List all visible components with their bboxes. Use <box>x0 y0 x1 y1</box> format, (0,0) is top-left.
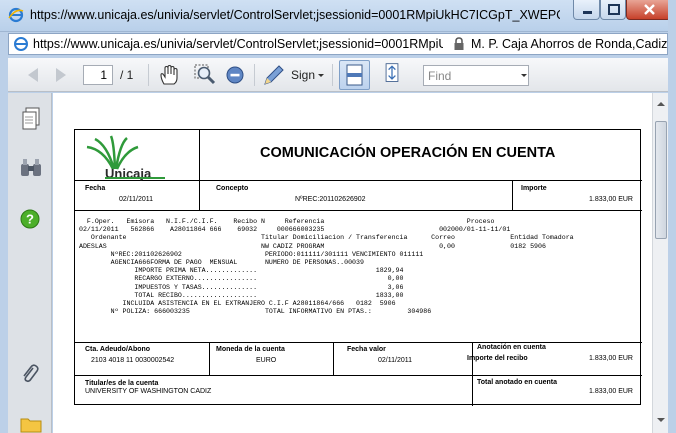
window-frame <box>668 0 676 433</box>
anotacion-label: Anotación en cuenta <box>477 344 546 351</box>
divider <box>472 342 473 406</box>
fecha-valor-label: Fecha valor <box>347 346 386 353</box>
address-bar[interactable]: https://www.unicaja.es/univia/servlet/Co… <box>8 33 668 55</box>
divider <box>209 342 210 375</box>
total-anotado-label: Total anotado en cuenta <box>477 379 557 386</box>
pen-sign-icon[interactable] <box>262 64 286 86</box>
window-title: https://www.unicaja.es/univia/servlet/Co… <box>30 8 560 22</box>
site-identity[interactable]: M. P. Caja Ahorros de Ronda,Cadiz,... <box>471 37 667 51</box>
toolbar-separator <box>148 64 149 86</box>
folder-icon[interactable] <box>20 415 42 433</box>
titulares-value: UNIVERSITY OF WASHINGTON CADIZ <box>85 388 212 395</box>
detail-line: ADESLAS NW CADIZ PROGRAM 0,00 0182 5906 <box>79 242 546 250</box>
close-icon <box>644 4 655 15</box>
detail-line: F.Oper. Emisora N.I.F./C.I.F. Recibo N R… <box>79 218 495 225</box>
detail-line: Ordenante Titular Domiciliacion / Transf… <box>79 234 574 242</box>
next-page-icon[interactable] <box>52 64 72 86</box>
page-icon <box>14 37 28 51</box>
scroll-up-icon[interactable] <box>656 99 666 109</box>
fecha-label: Fecha <box>85 185 106 192</box>
internet-explorer-icon <box>8 7 24 23</box>
toolbar-separator <box>254 64 255 86</box>
divider <box>512 180 513 210</box>
chevron-down-icon[interactable] <box>520 64 528 86</box>
cta-value: 2103 4018 11 0030002542 <box>91 357 175 364</box>
detail-line: AGENCIA666FORMA DE PAGO MENSUAL NUMERO D… <box>79 259 364 266</box>
lock-icon[interactable] <box>453 37 465 51</box>
marquee-zoom-icon[interactable] <box>194 64 218 86</box>
svg-text:?: ? <box>26 212 34 227</box>
concepto-label: Concepto <box>216 185 249 192</box>
fecha-value: 02/11/2011 <box>119 196 153 203</box>
zoom-out-icon[interactable] <box>225 64 245 86</box>
concepto-value: NºREC:201102626902 <box>295 196 366 203</box>
fecha-valor-value: 02/11/2011 <box>378 357 412 364</box>
maximize-icon <box>608 4 620 15</box>
total-anotado-value: 1.833,00 EUR <box>589 388 633 395</box>
sign-menu-label[interactable]: Sign <box>291 68 315 82</box>
vertical-scrollbar[interactable] <box>652 93 668 433</box>
divider <box>75 210 642 211</box>
logo-underline <box>105 177 165 179</box>
document-page: Unicaja COMUNICACIÓN OPERACIÓN EN CUENTA… <box>74 129 642 406</box>
fit-page-icon <box>346 64 363 86</box>
previous-page-icon[interactable] <box>22 64 42 86</box>
help-icon[interactable]: ? <box>20 209 40 229</box>
minimize-icon <box>583 11 592 14</box>
importe-recibo-value: 1.833,00 EUR <box>589 355 633 362</box>
moneda-value: EURO <box>256 357 277 364</box>
detail-line: NºREC:201102626902 PERIODO:011111/301111… <box>79 250 424 258</box>
detail-line: IMPUESTOS Y TASAS.............. 3,06 <box>79 283 404 291</box>
divider <box>75 375 642 376</box>
page-number-input[interactable]: 1 <box>83 65 113 85</box>
page-total: / 1 <box>120 68 134 82</box>
hand-tool-icon[interactable] <box>158 64 180 86</box>
navigation-panel: ? <box>8 93 52 433</box>
detail-line: INCLUIDA ASISTENCIA EN EL EXTRANJERO C.I… <box>79 300 396 307</box>
importe-label: Importe <box>521 185 547 192</box>
titulares-label: Titular/es de la cuenta <box>85 380 159 387</box>
minimize-button[interactable] <box>573 0 600 20</box>
detail-line: 02/11/2011 562866 A28011864 666 69032 00… <box>79 226 511 234</box>
maximize-button[interactable] <box>600 0 626 20</box>
close-button[interactable] <box>626 0 671 20</box>
detail-block: F.Oper. Emisora N.I.F./C.I.F. Recibo N R… <box>79 218 639 338</box>
scroll-down-icon[interactable] <box>656 415 666 425</box>
divider <box>333 342 334 375</box>
cta-label: Cta. Adeudo/Abono <box>85 346 151 353</box>
fit-width-icon[interactable] <box>380 62 404 84</box>
importe-value: 1.833,00 EUR <box>589 196 633 203</box>
binoculars-icon[interactable] <box>20 158 42 178</box>
window-title-bar: https://www.unicaja.es/univia/servlet/Co… <box>0 0 676 32</box>
divider <box>75 180 642 181</box>
detail-line: Nº POLIZA: 666003235 TOTAL INFORMATIVO E… <box>79 308 432 316</box>
find-input[interactable]: Find <box>423 65 529 86</box>
detail-line: IMPORTE PRIMA NETA............. 1829,94 <box>79 267 404 275</box>
fit-page-button[interactable] <box>339 60 370 90</box>
toolbar-separator <box>332 64 333 86</box>
detail-line: TOTAL RECIBO................... 1833,00 <box>79 291 404 299</box>
pdf-document-view[interactable]: Unicaja COMUNICACIÓN OPERACIÓN EN CUENTA… <box>53 93 652 433</box>
detail-line: RECARGO EXTERNO................ 0,00 <box>79 275 404 283</box>
scrollbar-thumb[interactable] <box>655 121 667 239</box>
pages-icon[interactable] <box>21 107 41 131</box>
chevron-down-icon[interactable] <box>317 64 325 86</box>
divider <box>199 130 200 210</box>
pdf-toolbar: 1 / 1 Sign Find <box>8 58 668 92</box>
divider <box>75 342 642 343</box>
attachment-icon[interactable] <box>20 363 40 385</box>
moneda-label: Moneda de la cuenta <box>216 346 285 353</box>
address-url[interactable]: https://www.unicaja.es/univia/servlet/Co… <box>33 37 443 51</box>
importe-recibo-label: Importe del recibo <box>467 355 528 362</box>
document-title: COMUNICACIÓN OPERACIÓN EN CUENTA <box>260 145 556 161</box>
